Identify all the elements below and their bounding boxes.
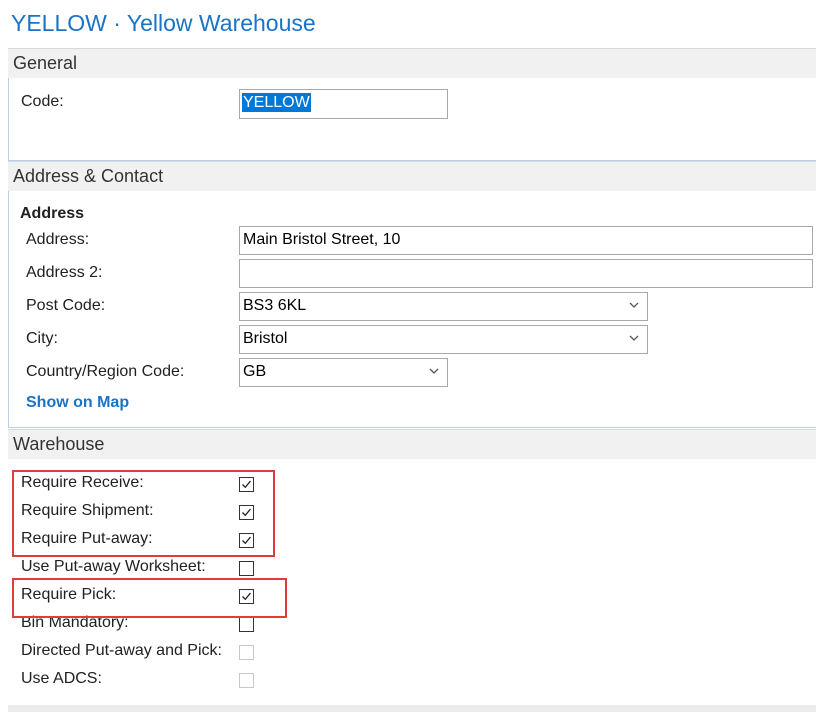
address-contact-section-title: Address & Contact [13,166,164,186]
highlight-box-receive-shipment-putaway [12,470,275,557]
city-value: Bristol [243,330,288,347]
code-field[interactable]: YELLOW [239,89,448,119]
address2-label: Address 2: [26,264,103,281]
next-section-edge [8,705,816,712]
bin-mandatory-checkbox[interactable] [239,617,254,632]
country-label: Country/Region Code: [26,363,185,380]
code-field-value: YELLOW [242,93,311,112]
city-label: City: [26,330,58,347]
code-label: Code: [21,93,64,110]
post-code-select[interactable]: BS3 6KL [239,292,648,321]
country-value: GB [243,363,267,380]
use-put-away-worksheet-checkbox[interactable] [239,561,254,576]
highlight-box-require-pick [12,578,287,618]
country-select[interactable]: GB [239,358,448,387]
address2-field[interactable] [239,259,813,288]
warehouse-section-header[interactable]: Warehouse [8,429,816,459]
city-select[interactable]: Bristol [239,325,648,354]
use-put-away-worksheet-label: Use Put-away Worksheet: [21,558,206,575]
post-code-value: BS3 6KL [243,297,307,314]
address-contact-section-header[interactable]: Address & Contact [8,161,816,191]
show-on-map-link[interactable]: Show on Map [26,394,129,412]
chevron-down-icon[interactable] [628,299,640,311]
use-adcs-label: Use ADCS: [21,670,102,687]
use-adcs-checkbox [239,673,254,688]
address-label: Address: [26,231,90,248]
directed-put-away-and-pick-label: Directed Put-away and Pick: [21,642,222,659]
general-section-title: General [13,53,78,73]
address-group-title: Address [20,205,85,222]
address-field[interactable]: Main Bristol Street, 10 [239,226,813,255]
general-section-header[interactable]: General [8,48,816,78]
address-field-value: Main Bristol Street, 10 [243,231,401,248]
directed-put-away-and-pick-checkbox [239,645,254,660]
post-code-label: Post Code: [26,297,106,314]
warehouse-section-title: Warehouse [13,434,105,454]
chevron-down-icon[interactable] [428,365,440,377]
chevron-down-icon[interactable] [628,332,640,344]
page-title: YELLOW · Yellow Warehouse [11,10,316,36]
